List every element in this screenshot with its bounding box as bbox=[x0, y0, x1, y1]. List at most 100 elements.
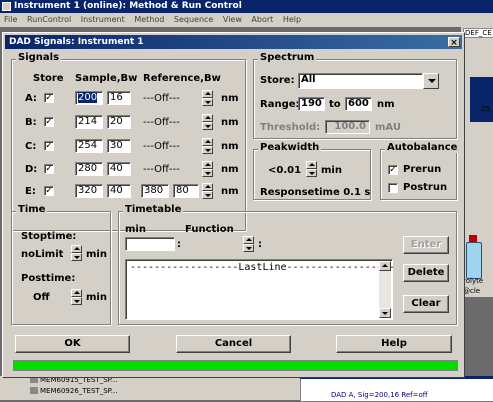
progress-bar bbox=[13, 360, 458, 371]
timetable-scrollbar[interactable] bbox=[379, 261, 391, 318]
reference-spinner-c[interactable] bbox=[202, 138, 213, 154]
peakwidth-unit: min bbox=[321, 165, 342, 176]
spin-down-icon bbox=[202, 122, 213, 130]
value-label: 25. bbox=[481, 105, 493, 113]
reference-bw-field-e[interactable]: 80 bbox=[173, 184, 199, 198]
scroll-up-icon[interactable] bbox=[379, 261, 391, 271]
menu-method[interactable]: Method bbox=[134, 15, 164, 24]
store-checkbox-c[interactable]: ✓ bbox=[44, 141, 54, 151]
help-button[interactable]: Help bbox=[336, 335, 452, 353]
app-title-bar: Instrument 1 (online): Method & Run Cont… bbox=[0, 0, 493, 13]
responsetime-label: Responsetime 0.1 s bbox=[260, 187, 371, 198]
menu-runcontrol[interactable]: RunControl bbox=[27, 15, 71, 24]
timetable-colon-1: : bbox=[177, 239, 181, 250]
delete-button[interactable]: Delete bbox=[403, 264, 449, 282]
bw-field-e[interactable]: 40 bbox=[107, 184, 131, 198]
timetable-function-spinner[interactable] bbox=[243, 236, 254, 252]
menu-file[interactable]: File bbox=[4, 15, 17, 24]
spectrum-store-value: All bbox=[298, 73, 423, 89]
bw-field-c[interactable]: 30 bbox=[107, 139, 131, 153]
nm-label-c: nm bbox=[221, 141, 239, 152]
spin-down-icon bbox=[202, 191, 213, 199]
reference-value-d: ---Off--- bbox=[143, 164, 180, 175]
prerun-checkbox[interactable]: ✓ bbox=[388, 165, 398, 175]
sample-field-b[interactable]: 214 bbox=[75, 115, 103, 129]
spin-down-icon bbox=[202, 98, 213, 106]
spin-up-icon bbox=[202, 114, 213, 122]
nm-label-d: nm bbox=[221, 164, 239, 175]
bottle-cap-icon bbox=[469, 235, 477, 242]
posttime-unit: min bbox=[86, 292, 107, 303]
threshold-field: 100.0 bbox=[325, 120, 370, 134]
store-checkbox-d[interactable]: ✓ bbox=[44, 164, 54, 174]
range-from-field[interactable]: 190 bbox=[298, 97, 325, 111]
sample-field-d[interactable]: 280 bbox=[75, 162, 103, 176]
ok-button[interactable]: OK bbox=[15, 335, 130, 353]
spectrum-store-label: Store: bbox=[260, 75, 295, 86]
spin-up-icon bbox=[202, 161, 213, 169]
method-tab[interactable]: DEF_CE bbox=[463, 28, 493, 38]
reference-field-e[interactable]: 380 bbox=[141, 184, 169, 198]
menu-abort[interactable]: Abort bbox=[251, 15, 273, 24]
spectrum-store-select[interactable]: All bbox=[298, 73, 439, 89]
spin-down-icon bbox=[202, 146, 213, 154]
time-title: Time bbox=[16, 204, 48, 215]
stoptime-value: noLimit bbox=[21, 249, 64, 260]
progress-fill bbox=[14, 361, 457, 370]
store-checkbox-b[interactable]: ✓ bbox=[44, 117, 54, 127]
reference-spinner-a[interactable] bbox=[202, 90, 213, 106]
peakwidth-title: Peakwidth bbox=[258, 142, 322, 153]
sample-field-c[interactable]: 254 bbox=[75, 139, 103, 153]
bw-field-d[interactable]: 40 bbox=[107, 162, 131, 176]
bw-field-a[interactable]: 16 bbox=[107, 91, 131, 105]
enter-button[interactable]: Enter bbox=[403, 236, 449, 254]
signal-label-b: B: bbox=[25, 117, 37, 128]
timetable-list[interactable]: ------------------LastLine--------------… bbox=[125, 259, 395, 320]
reference-spinner-e[interactable] bbox=[202, 183, 213, 199]
reference-value-a: ---Off--- bbox=[143, 93, 180, 104]
reference-spinner-d[interactable] bbox=[202, 161, 213, 177]
file-item[interactable]: MEM60926_TEST_SP... bbox=[30, 387, 117, 395]
signal-pane: DAD A, Sig=200,16 Ref=off bbox=[300, 378, 493, 402]
timetable-title: Timetable bbox=[123, 204, 184, 215]
cancel-button[interactable]: Cancel bbox=[176, 335, 291, 353]
timetable-min-field[interactable] bbox=[125, 237, 175, 251]
store-checkbox-e[interactable]: ✓ bbox=[44, 186, 54, 196]
bw-field-b[interactable]: 20 bbox=[107, 115, 131, 129]
posttime-spinner[interactable] bbox=[71, 289, 82, 305]
sample-field-a[interactable]: 200 bbox=[75, 91, 103, 105]
range-to-field[interactable]: 600 bbox=[345, 97, 372, 111]
spin-down-icon bbox=[71, 253, 82, 261]
spin-up-icon bbox=[243, 236, 254, 244]
scroll-down-icon[interactable] bbox=[379, 308, 391, 318]
autobalance-title: Autobalance bbox=[385, 142, 460, 153]
menu-sequence[interactable]: Sequence bbox=[174, 15, 213, 24]
nm-label-e: nm bbox=[221, 186, 239, 197]
reference-spinner-b[interactable] bbox=[202, 114, 213, 130]
spin-down-icon bbox=[202, 169, 213, 177]
menu-instrument[interactable]: Instrument bbox=[81, 15, 125, 24]
dialog-title: DAD Signals: Instrument 1 bbox=[9, 37, 144, 47]
timetable-min-header: min bbox=[125, 224, 146, 235]
postrun-checkbox[interactable] bbox=[388, 183, 398, 193]
peakwidth-spinner[interactable] bbox=[306, 161, 317, 177]
threshold-label: Threshold: bbox=[260, 122, 321, 133]
stoptime-unit: min bbox=[86, 249, 107, 260]
store-checkbox-a[interactable]: ✓ bbox=[44, 93, 54, 103]
clear-button[interactable]: Clear bbox=[403, 295, 449, 313]
sample-field-e[interactable]: 320 bbox=[75, 184, 103, 198]
reference-value-c: ---Off--- bbox=[143, 141, 180, 152]
menu-view[interactable]: View bbox=[223, 15, 242, 24]
spectrum-title: Spectrum bbox=[258, 52, 317, 63]
app-bottom-area: MEM60915_TEST_SP... MEM60926_TEST_SP... … bbox=[0, 376, 493, 402]
nm-label-a: nm bbox=[221, 93, 239, 104]
menu-help[interactable]: Help bbox=[283, 15, 301, 24]
stoptime-spinner[interactable] bbox=[71, 245, 82, 261]
timetable-lastline[interactable]: ------------------LastLine--------------… bbox=[130, 262, 395, 273]
chevron-down-icon[interactable] bbox=[423, 73, 439, 89]
postrun-label: Postrun bbox=[403, 182, 448, 193]
time-group: Time bbox=[11, 204, 111, 325]
stoptime-label: Stoptime: bbox=[21, 231, 77, 242]
close-button[interactable]: × bbox=[448, 37, 460, 48]
spin-up-icon bbox=[202, 138, 213, 146]
